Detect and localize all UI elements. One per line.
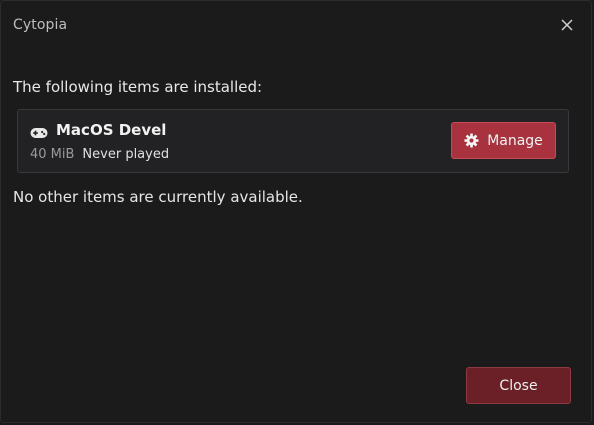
titlebar: Cytopia [1,1,591,49]
gamepad-icon [30,124,48,138]
item-size: 40 MiB [30,147,75,162]
item-meta: 40 MiB Never played [30,147,169,162]
item-title-row: MacOS Devel [30,119,166,141]
install-dialog: Cytopia The following items are installe… [0,0,592,423]
window-title: Cytopia [13,17,68,33]
manage-button-label: Manage [487,132,543,149]
close-icon[interactable] [557,15,577,35]
close-button[interactable]: Close [466,367,571,404]
item-last-played: Never played [82,147,170,162]
manage-button[interactable]: Manage [451,122,556,159]
no-other-items-text: No other items are currently available. [13,188,303,206]
installed-heading: The following items are installed: [13,78,263,96]
dialog-content: The following items are installed: MacOS… [13,75,579,208]
item-name: MacOS Devel [56,121,167,139]
installed-item-card: MacOS Devel 40 MiB Never played Manage [17,109,569,173]
gear-icon [464,133,479,148]
